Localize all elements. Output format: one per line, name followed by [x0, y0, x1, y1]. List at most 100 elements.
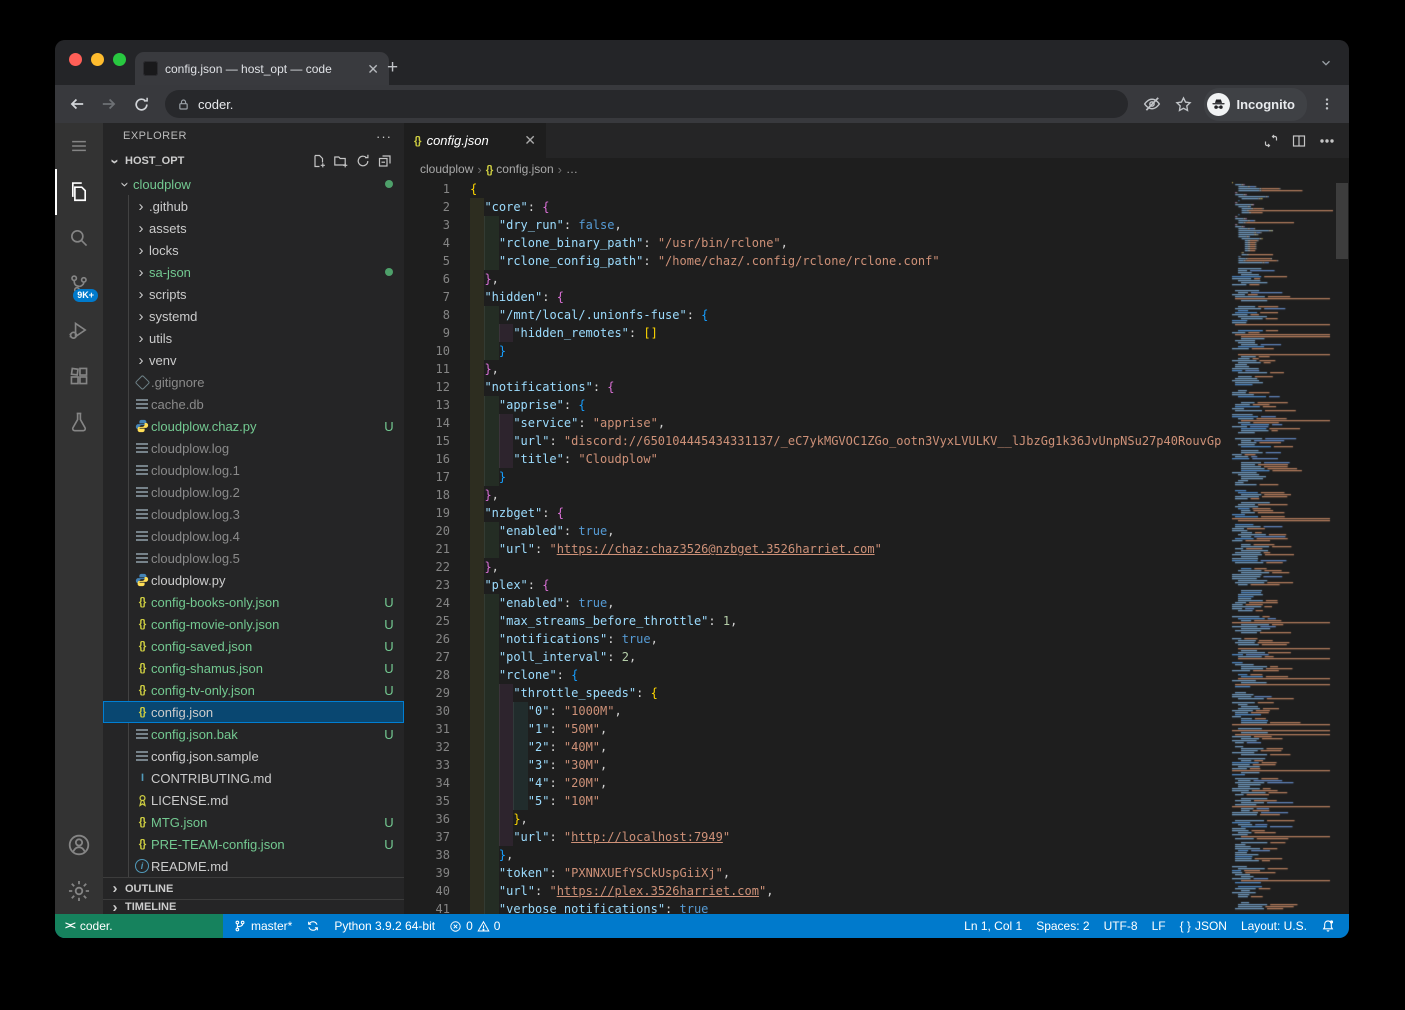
collapse-all-icon[interactable] [374, 150, 396, 172]
tree-file-cloudplow-py[interactable]: cloudplow.py [103, 569, 404, 591]
address-bar[interactable]: coder. [165, 90, 1128, 118]
browser-menu-icon[interactable] [1315, 92, 1339, 116]
code-line[interactable]: 38}, [404, 846, 1230, 864]
code-line[interactable]: 32"2": "40M", [404, 738, 1230, 756]
tree-file-config-json-bak[interactable]: config.json.bakU [103, 723, 404, 745]
breadcrumb-item[interactable]: {}config.json [486, 162, 554, 176]
activity-extensions-icon[interactable] [55, 353, 103, 399]
status-lf[interactable]: LF [1146, 919, 1172, 933]
tab-search-chevron-icon[interactable] [1319, 56, 1333, 70]
activity-run-debug-icon[interactable] [55, 307, 103, 353]
tree-folder-venv[interactable]: ›venv [103, 349, 404, 371]
remote-indicator[interactable]: >< coder. [55, 914, 223, 938]
tree-folder-utils[interactable]: ›utils [103, 327, 404, 349]
timeline-section[interactable]: › TIMELINE [103, 899, 404, 914]
code-line[interactable]: 12"notifications": { [404, 378, 1230, 396]
status-0[interactable]: 00 [443, 919, 506, 933]
code-line[interactable]: 24"enabled": true, [404, 594, 1230, 612]
activity-files-icon[interactable] [55, 169, 103, 215]
editor-tab-config-json[interactable]: {} config.json ✕ [404, 123, 546, 158]
tree-file-cache-db[interactable]: cache.db [103, 393, 404, 415]
tree-folder-cloudplow[interactable]: ›cloudplow [103, 173, 404, 195]
editor-tab-close-icon[interactable]: ✕ [524, 132, 536, 149]
code-line[interactable]: 14"service": "apprise", [404, 414, 1230, 432]
code-line[interactable]: 35"5": "10M" [404, 792, 1230, 810]
code-line[interactable]: 3"dry_run": false, [404, 216, 1230, 234]
code-line[interactable]: 15"url": "discord://650104445434331137/_… [404, 432, 1230, 450]
activity-settings-gear-icon[interactable] [55, 868, 103, 914]
activity-source-control-icon[interactable]: 9K+ [55, 261, 103, 307]
folder-section-header[interactable]: › HOST_OPT [103, 149, 404, 173]
bookmark-star-icon[interactable] [1172, 92, 1196, 116]
code-line[interactable]: 28"rclone": { [404, 666, 1230, 684]
code-line[interactable]: 2"core": { [404, 198, 1230, 216]
tree-file-config-shamus-json[interactable]: {}config-shamus.jsonU [103, 657, 404, 679]
code-line[interactable]: 13"apprise": { [404, 396, 1230, 414]
activity-menu-icon[interactable] [55, 123, 103, 169]
tree-file-config-json-sample[interactable]: config.json.sample [103, 745, 404, 767]
tree-file-cloudplow-log-1[interactable]: cloudplow.log.1 [103, 459, 404, 481]
tree-folder-systemd[interactable]: ›systemd [103, 305, 404, 327]
code-line[interactable]: 9"hidden_remotes": [] [404, 324, 1230, 342]
eye-off-icon[interactable] [1140, 92, 1164, 116]
tree-file-pre-team-config-json[interactable]: {}PRE-TEAM-config.jsonU [103, 833, 404, 855]
new-file-icon[interactable] [308, 150, 330, 172]
explorer-more-icon[interactable]: ··· [376, 129, 392, 144]
zoom-window-button[interactable] [113, 53, 126, 66]
code-line[interactable]: 7"hidden": { [404, 288, 1230, 306]
new-tab-button[interactable]: + [387, 58, 398, 77]
tree-file-config-movie-only-json[interactable]: {}config-movie-only.jsonU [103, 613, 404, 635]
split-editor-icon[interactable] [1287, 129, 1311, 153]
code-line[interactable]: 18}, [404, 486, 1230, 504]
tree-file-config-tv-only-json[interactable]: {}config-tv-only.jsonU [103, 679, 404, 701]
code-line[interactable]: 22}, [404, 558, 1230, 576]
code-line[interactable]: 11}, [404, 360, 1230, 378]
code-line[interactable]: 5"rclone_config_path": "/home/chaz/.conf… [404, 252, 1230, 270]
status-master-[interactable]: master* [227, 919, 298, 933]
code-line[interactable]: 31"1": "50M", [404, 720, 1230, 738]
tree-file--gitignore[interactable]: .gitignore [103, 371, 404, 393]
code-line[interactable]: 30"0": "1000M", [404, 702, 1230, 720]
tree-file-cloudplow-log-3[interactable]: cloudplow.log.3 [103, 503, 404, 525]
activity-account-icon[interactable] [55, 822, 103, 868]
status-bell-icon[interactable] [1315, 919, 1341, 933]
code-line[interactable]: 1{ [404, 180, 1230, 198]
new-folder-icon[interactable] [330, 150, 352, 172]
code-line[interactable]: 17} [404, 468, 1230, 486]
tree-folder--github[interactable]: ›.github [103, 195, 404, 217]
code-line[interactable]: 25"max_streams_before_throttle": 1, [404, 612, 1230, 630]
code-line[interactable]: 36}, [404, 810, 1230, 828]
tree-file-license-md[interactable]: LICENSE.md [103, 789, 404, 811]
minimap[interactable] [1230, 180, 1335, 914]
close-window-button[interactable] [69, 53, 82, 66]
reload-icon[interactable] [129, 92, 153, 116]
status-ln-1-col-1[interactable]: Ln 1, Col 1 [958, 919, 1028, 933]
tree-file-cloudplow-chaz-py[interactable]: cloudplow.chaz.pyU [103, 415, 404, 437]
code-line[interactable]: 8"/mnt/local/.unionfs-fuse": { [404, 306, 1230, 324]
outline-section[interactable]: › OUTLINE [103, 877, 404, 899]
tree-file-cloudplow-log[interactable]: cloudplow.log [103, 437, 404, 459]
refresh-icon[interactable] [352, 150, 374, 172]
activity-search-icon[interactable] [55, 215, 103, 261]
status-layout-u-s-[interactable]: Layout: U.S. [1235, 919, 1313, 933]
tree-folder-sa-json[interactable]: ›sa-json [103, 261, 404, 283]
tree-file-readme-md[interactable]: iREADME.md [103, 855, 404, 877]
activity-testing-icon[interactable] [55, 399, 103, 445]
code-line[interactable]: 39"token": "PXNNXUEfYSCkUspGiiXj", [404, 864, 1230, 882]
tree-folder-locks[interactable]: ›locks [103, 239, 404, 261]
tree-file-config-books-only-json[interactable]: {}config-books-only.jsonU [103, 591, 404, 613]
back-icon[interactable] [65, 92, 89, 116]
code-line[interactable]: 34"4": "20M", [404, 774, 1230, 792]
code-line[interactable]: 33"3": "30M", [404, 756, 1230, 774]
code-line[interactable]: 26"notifications": true, [404, 630, 1230, 648]
code-line[interactable]: 20"enabled": true, [404, 522, 1230, 540]
tree-file-contributing-md[interactable]: CONTRIBUTING.md [103, 767, 404, 789]
tree-file-config-json[interactable]: {}config.json [103, 701, 404, 723]
tab-close-icon[interactable]: ✕ [365, 60, 381, 78]
editor-scrollbar[interactable] [1335, 180, 1349, 914]
status-spaces-2[interactable]: Spaces: 2 [1030, 919, 1095, 933]
breadcrumb-item[interactable]: cloudplow [420, 162, 473, 176]
status-utf-8[interactable]: UTF-8 [1098, 919, 1144, 933]
code-line[interactable]: 29"throttle_speeds": { [404, 684, 1230, 702]
scrollbar-thumb[interactable] [1336, 183, 1348, 259]
